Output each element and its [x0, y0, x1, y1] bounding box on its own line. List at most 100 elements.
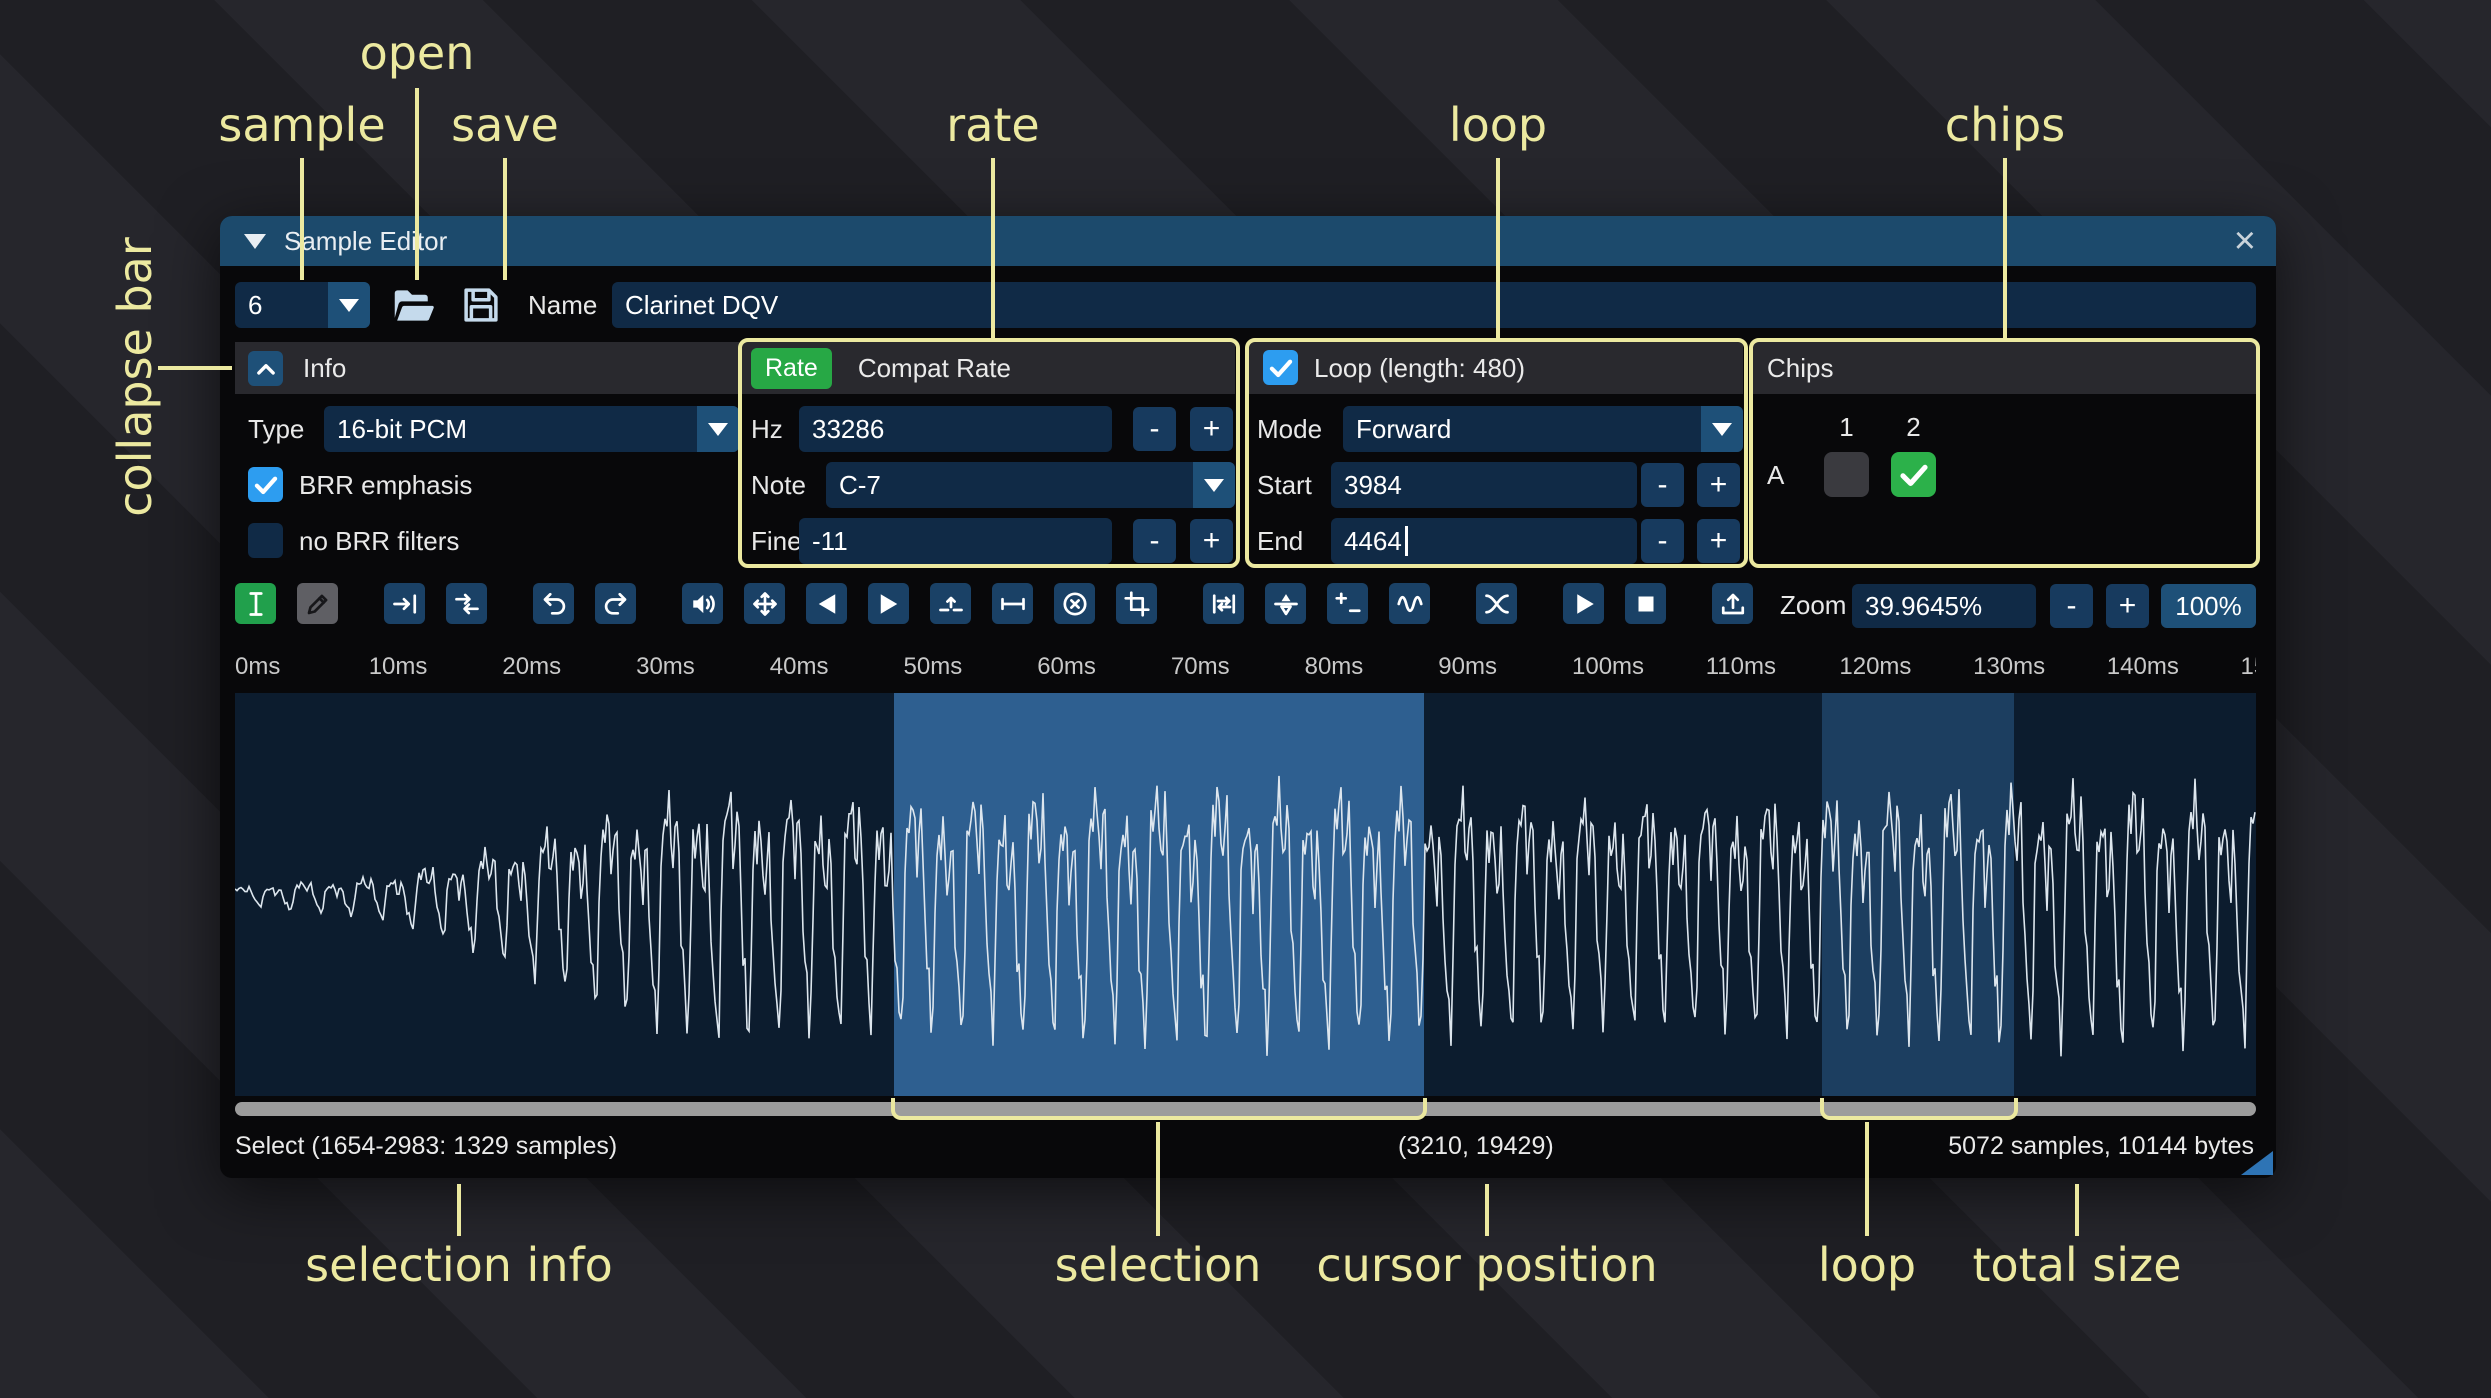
annotation-line-total-size — [2075, 1184, 2079, 1236]
select-button[interactable] — [235, 583, 276, 624]
timeline-tick: 80ms — [1304, 653, 1364, 680]
save-button[interactable] — [460, 284, 502, 331]
loop-end-input[interactable]: 4464 — [1331, 518, 1637, 564]
invert-button[interactable] — [1265, 583, 1306, 624]
delete-button[interactable] — [1054, 583, 1095, 624]
name-label: Name — [528, 290, 598, 320]
crossfade-button[interactable] — [1476, 583, 1517, 624]
screenshot-stage: Sample Editor × 6 Name Clarinet DQV Info… — [0, 0, 2491, 1398]
zoom-input[interactable]: 39.9645% — [1852, 584, 2036, 628]
type-dropdown-button[interactable] — [697, 406, 739, 452]
zoom-minus-button[interactable]: - — [2050, 584, 2093, 628]
no-brr-filters-label: no BRR filters — [299, 525, 460, 556]
timeline-tick: 50ms — [903, 653, 963, 680]
window-titlebar[interactable]: Sample Editor × — [220, 216, 2276, 266]
sign-icon — [1334, 591, 1361, 612]
loop-end-plus-button[interactable]: + — [1697, 519, 1740, 563]
resize-button[interactable] — [384, 583, 425, 624]
note-dropdown[interactable]: C-7 — [826, 462, 1235, 508]
select-icon — [248, 591, 263, 616]
redo-button[interactable] — [595, 583, 636, 624]
close-icon[interactable]: × — [2234, 218, 2256, 264]
loop-end-value: 4464 — [1344, 525, 1402, 556]
fade-out-button[interactable] — [868, 583, 909, 624]
rate-title: Compat Rate — [857, 352, 1011, 383]
normalize-button[interactable] — [744, 583, 785, 624]
create-wave-button[interactable] — [1712, 583, 1753, 624]
annotation-selection: selection — [1054, 1238, 1262, 1292]
note-dropdown-button[interactable] — [1193, 462, 1235, 508]
loop-start-row: Start 3984 - + — [1249, 462, 1743, 508]
resample-icon — [454, 593, 479, 614]
mode-dropdown[interactable]: Forward — [1343, 406, 1743, 452]
filter-icon — [1396, 595, 1423, 612]
scrollbar-thumb[interactable] — [235, 1102, 2256, 1116]
normalize-icon — [752, 591, 777, 616]
fine-input[interactable]: -11 — [799, 518, 1112, 564]
timeline-ruler[interactable]: 0ms 10ms 20ms 30ms 40ms 50ms 60ms 70ms 80ms 90ms 1… — [235, 646, 2256, 688]
zoom-plus-button[interactable]: + — [2106, 584, 2149, 628]
undo-button[interactable] — [533, 583, 574, 624]
rate-header: Rate Compat Rate — [742, 342, 1235, 394]
chip-column-1: 1 — [1839, 412, 1854, 442]
hz-input[interactable]: 33286 — [799, 406, 1112, 452]
loop-end-minus-button[interactable]: - — [1641, 519, 1684, 563]
check-icon — [1269, 359, 1292, 377]
fine-plus-button[interactable]: + — [1190, 519, 1233, 563]
apply-silence-button[interactable] — [992, 583, 1033, 624]
timeline-tick: 110ms — [1705, 653, 1776, 680]
info-title: Info — [303, 352, 347, 383]
window-collapse-icon[interactable] — [244, 233, 266, 249]
fade-in-button[interactable] — [806, 583, 847, 624]
name-value: Clarinet DQV — [625, 289, 779, 320]
sign-button[interactable] — [1327, 583, 1368, 624]
waveform-view[interactable] — [235, 693, 2256, 1096]
stop-icon — [1638, 596, 1653, 611]
sample-dropdown-button[interactable] — [328, 282, 370, 328]
loop-start-input[interactable]: 3984 — [1331, 462, 1637, 508]
chip-row-a: A — [1767, 460, 1785, 490]
resample-button[interactable] — [446, 583, 487, 624]
loop-header: Loop (length: 480) — [1249, 342, 1743, 394]
fade-in-icon — [818, 593, 835, 614]
annotation-total-size: total size — [1972, 1238, 2182, 1292]
waveform-scrollbar[interactable] — [235, 1102, 2256, 1116]
reverse-button[interactable] — [1203, 583, 1244, 624]
collapse-bar-button[interactable] — [248, 351, 283, 386]
open-button[interactable] — [392, 286, 436, 329]
floppy-disk-icon — [464, 288, 498, 322]
stop-button[interactable] — [1625, 583, 1666, 624]
mode-dropdown-button[interactable] — [1701, 406, 1743, 452]
chip-1-checkbox[interactable] — [1824, 452, 1869, 497]
fine-value: -11 — [812, 525, 848, 556]
fade-out-icon — [880, 593, 897, 614]
resize-grip[interactable] — [2241, 1151, 2273, 1175]
no-brr-filters-checkbox[interactable] — [248, 523, 283, 558]
chip-2-checkbox[interactable] — [1891, 452, 1936, 497]
loop-start-plus-button[interactable]: + — [1697, 463, 1740, 507]
loop-enable-checkbox[interactable] — [1263, 350, 1298, 385]
create-wave-icon — [1721, 593, 1744, 614]
preview-button[interactable] — [1563, 583, 1604, 624]
rate-section: Rate Compat Rate Hz 33286 - + Note C-7 F… — [742, 342, 1235, 564]
hz-plus-button[interactable]: + — [1190, 407, 1233, 451]
note-row: Note C-7 — [742, 462, 1235, 508]
brr-emphasis-checkbox[interactable] — [248, 467, 283, 502]
fine-minus-button[interactable]: - — [1133, 519, 1176, 563]
annotation-loop-bottom: loop — [1817, 1238, 1917, 1292]
name-input[interactable]: Clarinet DQV — [612, 282, 2256, 328]
sample-selector[interactable]: 6 — [235, 282, 370, 328]
insert-silence-button[interactable] — [930, 583, 971, 624]
brr-emphasis-label: BRR emphasis — [299, 469, 473, 500]
zoom-reset-button[interactable]: 100% — [2161, 584, 2256, 628]
info-section: Info Type 16-bit PCM BRR emphasis no BRR… — [235, 342, 739, 564]
type-dropdown[interactable]: 16-bit PCM — [324, 406, 739, 452]
filter-button[interactable] — [1389, 583, 1430, 624]
amplify-button[interactable] — [682, 583, 723, 624]
hz-minus-button[interactable]: - — [1133, 407, 1176, 451]
resize-icon — [392, 593, 416, 614]
trim-button[interactable] — [1116, 583, 1157, 624]
loop-start-minus-button[interactable]: - — [1641, 463, 1684, 507]
annotation-sample: sample — [218, 98, 386, 152]
draw-button[interactable] — [297, 583, 338, 624]
